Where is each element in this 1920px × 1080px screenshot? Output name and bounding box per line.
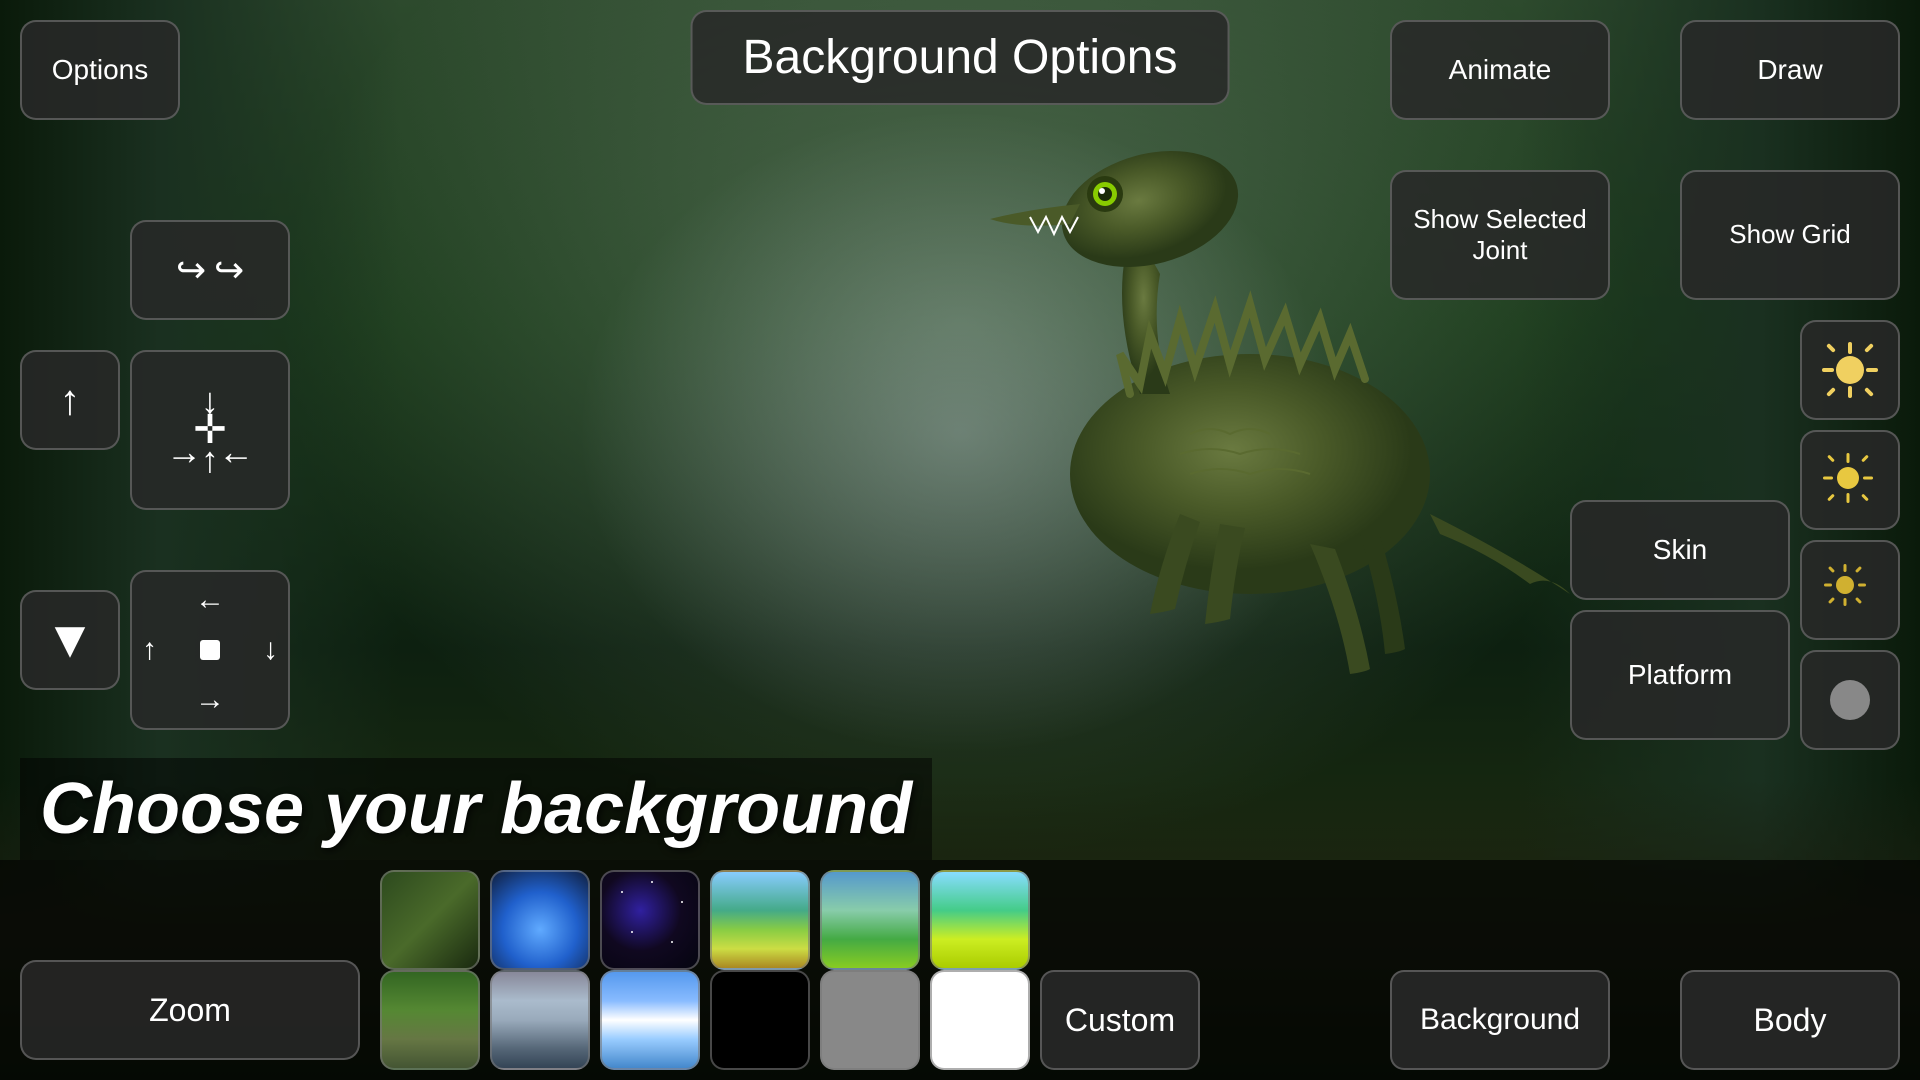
- choose-bg-heading: Choose your background: [20, 758, 932, 860]
- down-arrow-icon: ▼: [44, 609, 95, 671]
- move-pan-button[interactable]: ← → ↑ ↓: [130, 570, 290, 730]
- sun-small-icon: [1820, 560, 1880, 620]
- options-button[interactable]: Options: [20, 20, 180, 120]
- background-thumbnails-row2: Custom: [380, 970, 1200, 1070]
- light-control-3-button[interactable]: [1800, 540, 1900, 640]
- show-selected-joint-button[interactable]: Show Selected Joint: [1390, 170, 1610, 300]
- pan-arrows-icon: ← → ↑ ↓: [132, 572, 288, 728]
- background-thumbnails-row1: [380, 870, 1030, 970]
- thumb-forest[interactable]: [380, 870, 480, 970]
- rotate-button[interactable]: ↩ ↪: [130, 220, 290, 320]
- sun-large-icon: [1820, 340, 1880, 400]
- page-title-container: Background Options: [691, 10, 1230, 105]
- page-title-box: Background Options: [691, 10, 1230, 105]
- cross-arrows-icon: ✛ ↑ ↓ ← →: [132, 352, 288, 508]
- thumb-space[interactable]: [600, 870, 700, 970]
- thumb-clouds[interactable]: [600, 970, 700, 1070]
- thumb-blue-sky[interactable]: [490, 870, 590, 970]
- dino-display: [890, 54, 1590, 754]
- thumb-white[interactable]: [930, 970, 1030, 1070]
- up-arrow-icon: ↑: [60, 375, 81, 425]
- background-label-button[interactable]: Background: [1390, 970, 1610, 1070]
- thumb-gray[interactable]: [820, 970, 920, 1070]
- skin-button[interactable]: Skin: [1570, 500, 1790, 600]
- platform-light-icon: [1830, 680, 1870, 720]
- thumb-green-hills[interactable]: [820, 870, 920, 970]
- rotate-arrows-icon: ↩ ↪: [176, 248, 244, 291]
- draw-button[interactable]: Draw: [1680, 20, 1900, 120]
- thumb-green-sky[interactable]: [710, 870, 810, 970]
- thumb-yellow-green[interactable]: [930, 870, 1030, 970]
- move-cross-button[interactable]: ✛ ↑ ↓ ← →: [130, 350, 290, 510]
- thumb-mountain[interactable]: [490, 970, 590, 1070]
- light-control-2-button[interactable]: [1800, 430, 1900, 530]
- thumb-waterfall[interactable]: [380, 970, 480, 1070]
- light-control-1-button[interactable]: [1800, 320, 1900, 420]
- sun-medium-icon: [1820, 450, 1880, 510]
- thumb-black[interactable]: [710, 970, 810, 1070]
- move-down-button[interactable]: ▼: [20, 590, 120, 690]
- zoom-button[interactable]: Zoom: [20, 960, 360, 1060]
- move-up-button[interactable]: ↑: [20, 350, 120, 450]
- animate-button[interactable]: Animate: [1390, 20, 1610, 120]
- custom-button[interactable]: Custom: [1040, 970, 1200, 1070]
- platform-light-button[interactable]: [1800, 650, 1900, 750]
- page-title: Background Options: [743, 31, 1178, 84]
- body-label-button[interactable]: Body: [1680, 970, 1900, 1070]
- show-grid-button[interactable]: Show Grid: [1680, 170, 1900, 300]
- platform-button[interactable]: Platform: [1570, 610, 1790, 740]
